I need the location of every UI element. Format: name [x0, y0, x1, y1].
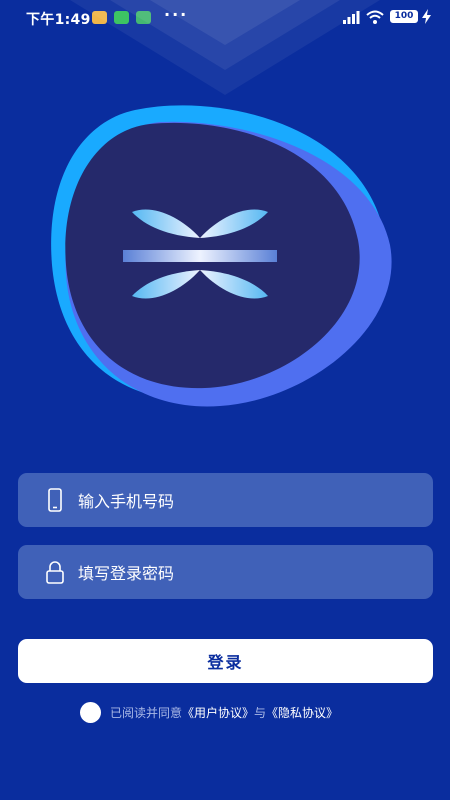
agreement-conjunction: 与 — [254, 706, 267, 720]
phone-field[interactable] — [18, 473, 433, 529]
login-button[interactable]: 登录 — [18, 639, 433, 683]
lock-icon — [46, 561, 64, 584]
password-field[interactable] — [18, 545, 433, 601]
agreement-prefix: 已阅读并同意 — [110, 706, 183, 720]
password-input[interactable] — [76, 545, 420, 601]
phone-input[interactable] — [76, 473, 420, 529]
app-logo — [51, 105, 392, 407]
phone-icon — [48, 488, 62, 512]
privacy-policy-link[interactable]: 《隐私协议》 — [266, 706, 338, 720]
agree-checkbox[interactable] — [80, 702, 101, 723]
agreement-text: 已阅读并同意《用户协议》与《隐私协议》 — [110, 704, 338, 721]
user-agreement-link[interactable]: 《用户协议》 — [182, 706, 254, 720]
